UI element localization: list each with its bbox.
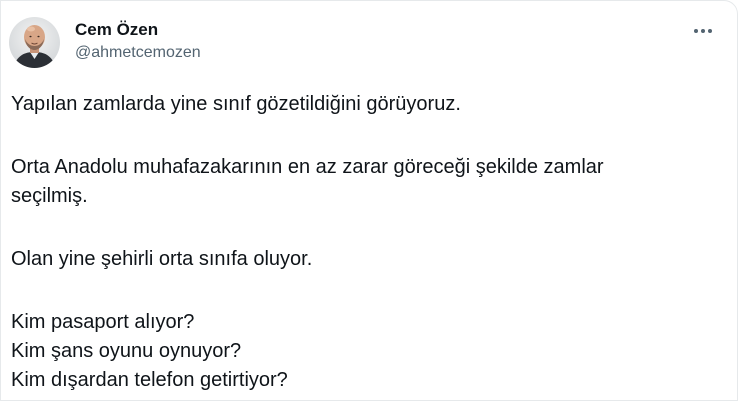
tweet-paragraph: Yapılan zamlarda yine sınıf gözetildiğin… bbox=[11, 93, 461, 115]
tweet-paragraph: Kim pasaport alıyor? Kim şans oyunu oynu… bbox=[11, 311, 288, 391]
tweet-card: Cem Özen @ahmetcemozen Yapılan zamlarda … bbox=[0, 0, 738, 401]
tweet-text: Yapılan zamlarda yine sınıf gözetildiğin… bbox=[11, 90, 711, 395]
more-options-button[interactable] bbox=[689, 21, 717, 41]
tweet-header: Cem Özen @ahmetcemozen bbox=[9, 17, 729, 69]
tweet-paragraph: Olan yine şehirli orta sınıfa oluyor. bbox=[11, 248, 313, 270]
user-avatar-icon bbox=[9, 17, 60, 68]
author-display-name[interactable]: Cem Özen bbox=[75, 19, 201, 41]
more-options-icon bbox=[694, 29, 712, 33]
author-handle[interactable]: @ahmetcemozen bbox=[75, 43, 201, 63]
avatar[interactable] bbox=[9, 17, 60, 68]
tweet-paragraph: Orta Anadolu muhafazakarının en az zarar… bbox=[11, 156, 604, 207]
user-info: Cem Özen @ahmetcemozen bbox=[75, 19, 201, 63]
